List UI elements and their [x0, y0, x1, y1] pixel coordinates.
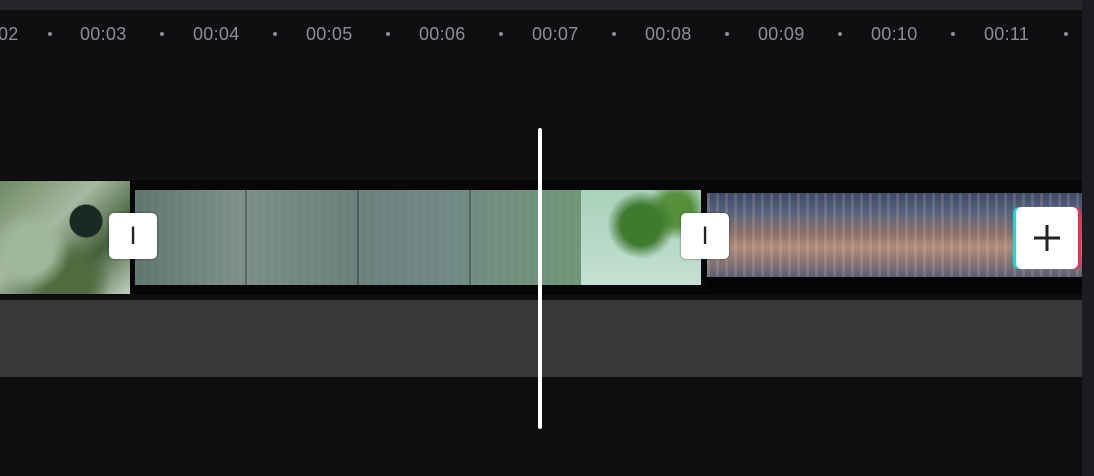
clip-bottom-edge	[707, 277, 1082, 293]
ruler-dot	[48, 32, 52, 36]
ruler-dot	[725, 32, 729, 36]
ruler-dot	[273, 32, 277, 36]
clip-frame-divider	[245, 190, 247, 285]
transition-icon: I	[129, 222, 137, 250]
ruler-label: 00:03	[80, 24, 127, 44]
ruler-dot	[612, 32, 616, 36]
ruler-dot	[1064, 32, 1068, 36]
ruler-dot	[838, 32, 842, 36]
ruler-dot	[951, 32, 955, 36]
ruler-dot	[160, 32, 164, 36]
ruler-label: 00:10	[871, 24, 918, 44]
transition-icon: I	[701, 222, 709, 250]
add-clip-button[interactable]	[1016, 207, 1078, 269]
ruler-label: 00:08	[645, 24, 692, 44]
toolbar-edge	[0, 0, 1082, 10]
ruler-label: 00:05	[306, 24, 353, 44]
right-edge-strip	[1082, 0, 1094, 476]
ruler-dot	[386, 32, 390, 36]
ruler-label: 02	[0, 24, 19, 44]
transition-button[interactable]: I	[681, 213, 729, 259]
time-ruler[interactable]: 02 00:03 00:04 00:05 00:06 00:07 00:08 0…	[0, 18, 1082, 50]
transition-button[interactable]: I	[109, 213, 157, 259]
ruler-label: 00:07	[532, 24, 579, 44]
plus-icon	[1034, 225, 1060, 251]
ruler-label: 00:06	[419, 24, 466, 44]
clip-frame-divider	[357, 190, 359, 285]
ruler-dot	[499, 32, 503, 36]
ruler-label: 00:09	[758, 24, 805, 44]
video-editor-timeline: 02 00:03 00:04 00:05 00:06 00:07 00:08 0…	[0, 0, 1094, 476]
video-clip-rain[interactable]	[135, 190, 701, 285]
ruler-label: 00:04	[193, 24, 240, 44]
clip-frame-divider	[469, 190, 471, 285]
ruler-label: 00:11	[984, 24, 1030, 44]
playhead[interactable]	[538, 128, 542, 429]
